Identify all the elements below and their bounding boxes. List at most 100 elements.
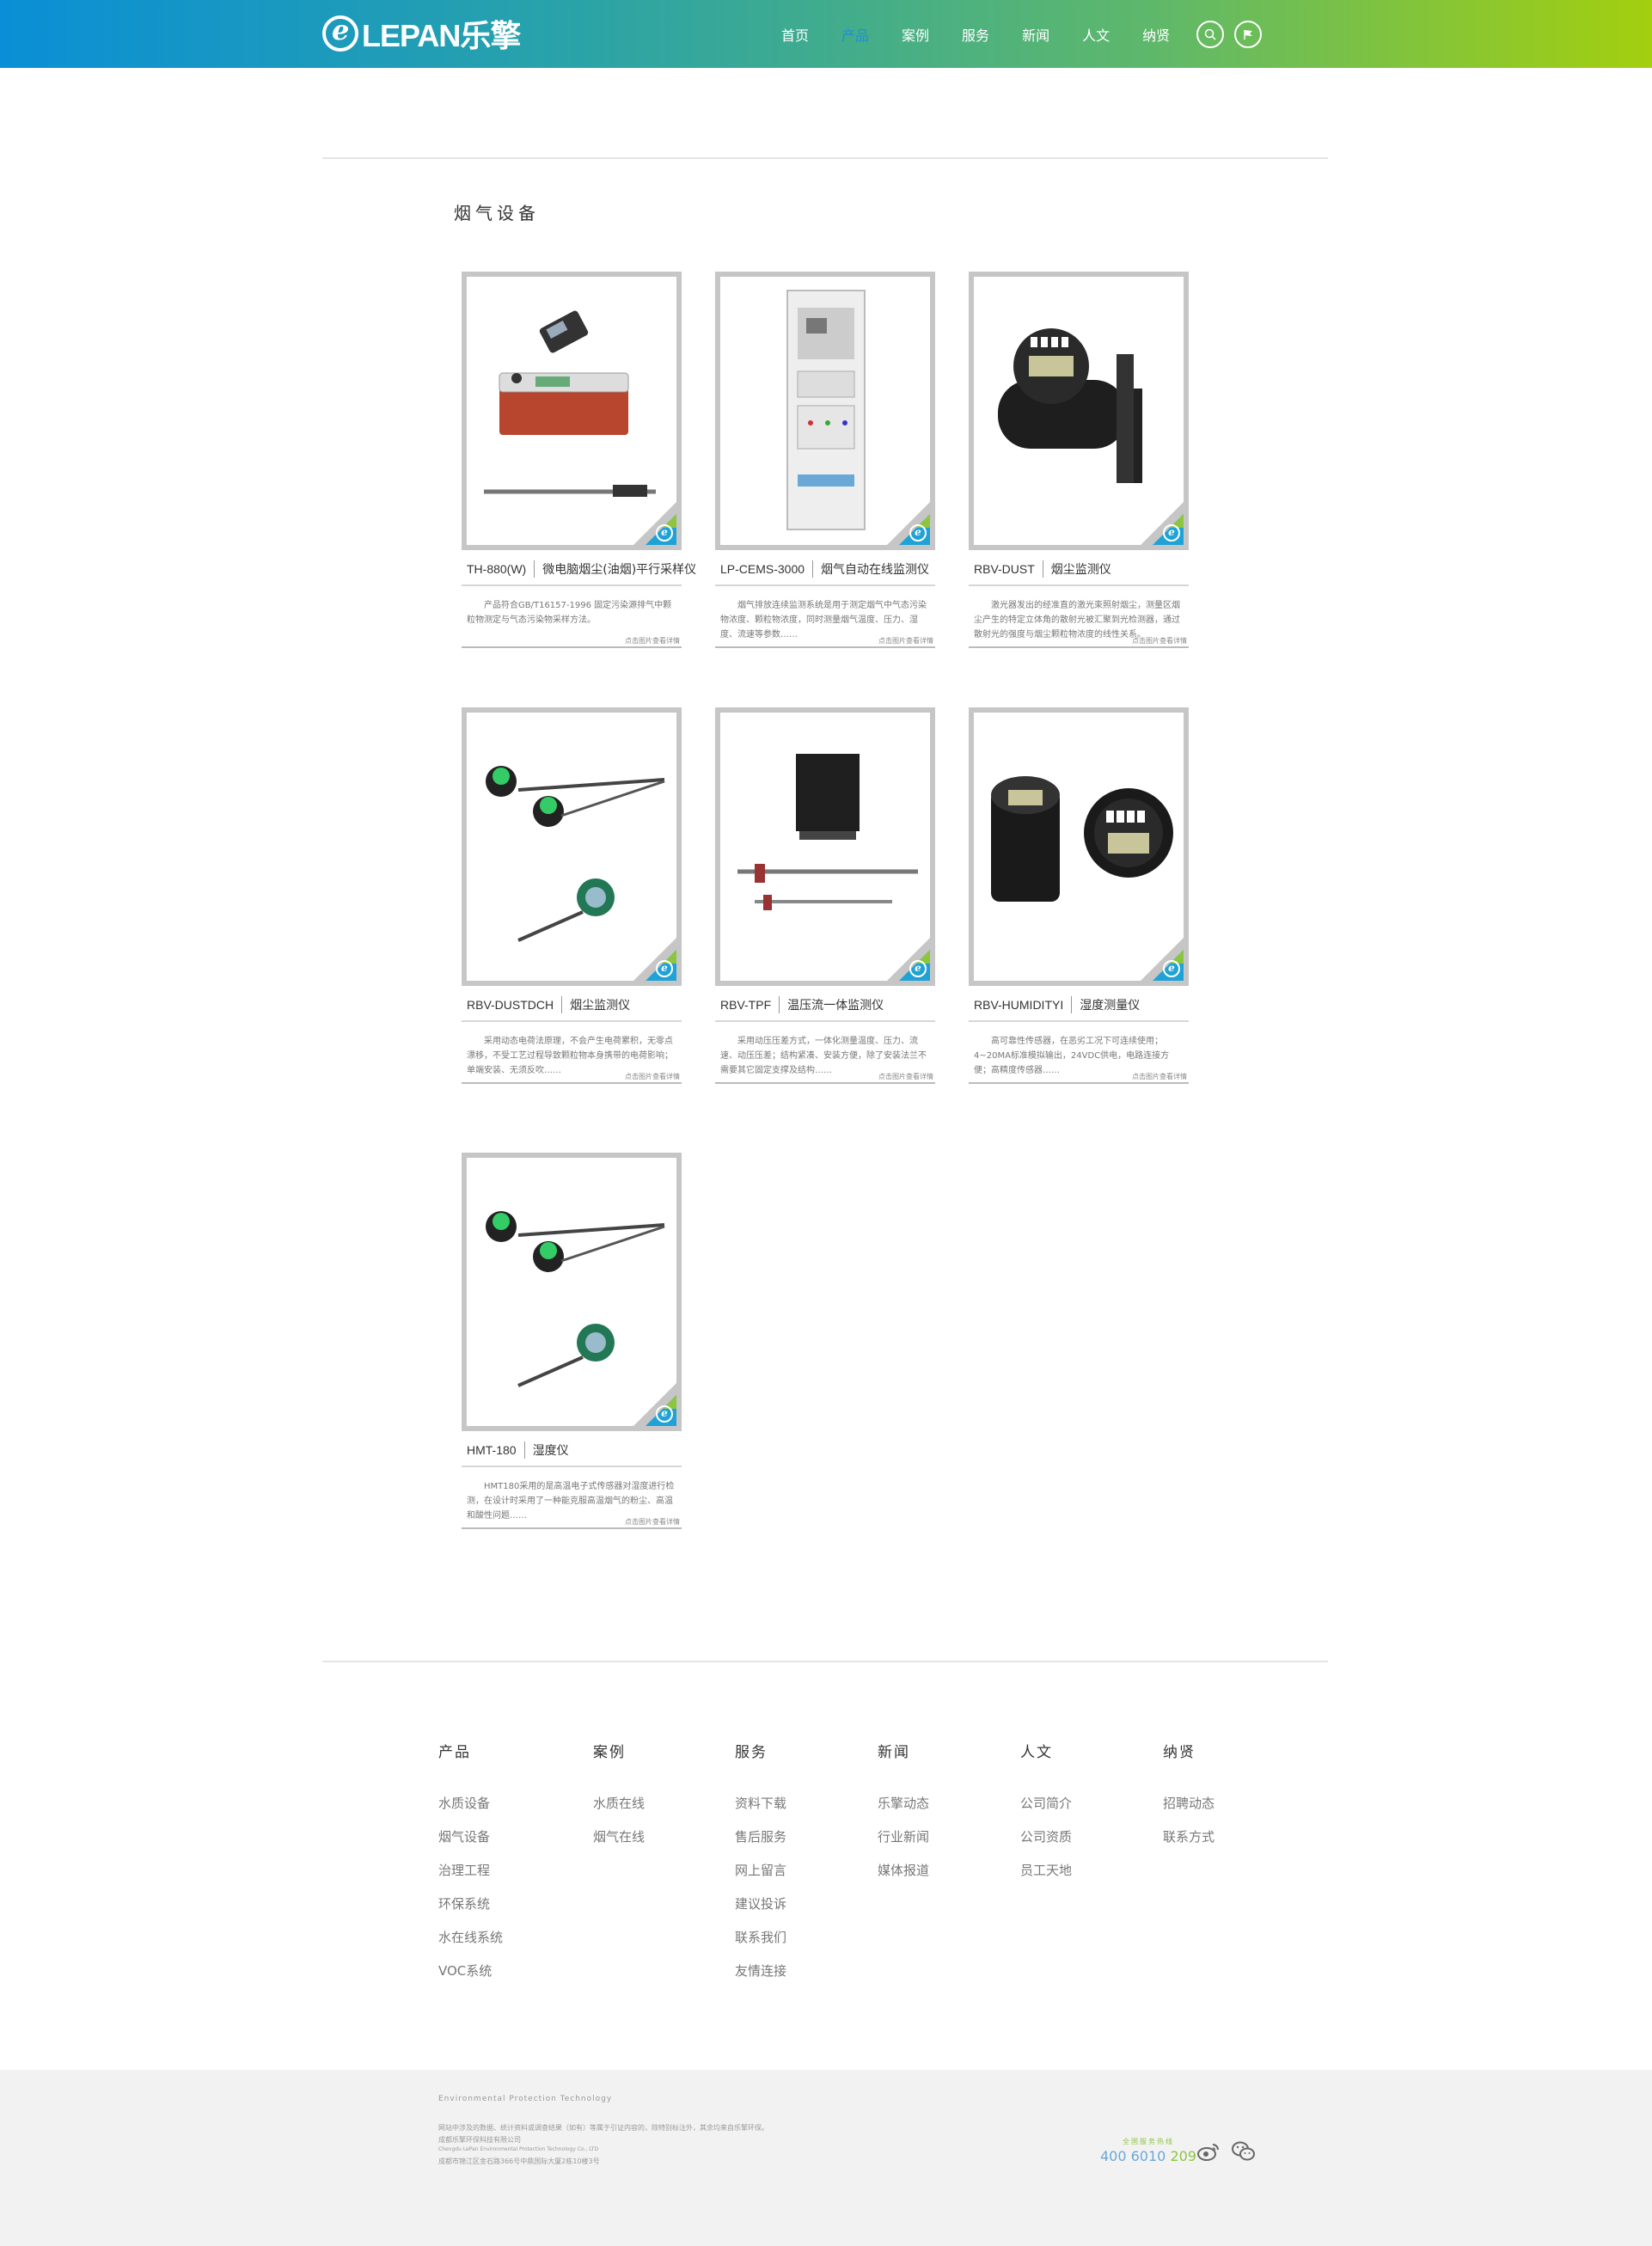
footer-column-title: 产品 [438,1744,471,1761]
product-card: e HMT-180 湿度仪 HMT180采用的是高温电子式传感器对湿度进行检测，在设计… [462,1153,682,1529]
footer-link[interactable]: 治理工程 [438,1861,503,1879]
footer-column-careers: 纳贤招聘动态联系方式 [1163,1740,1215,1845]
weibo-icon[interactable] [1196,2139,1221,2163]
brand-badge-icon: e [1163,524,1180,542]
footer-link[interactable]: 售后服务 [735,1827,786,1845]
footer-link[interactable]: 联系方式 [1163,1827,1215,1845]
footer-column-cases: 案例水质在线烟气在线 [593,1740,645,1845]
language-flag-icon[interactable] [1234,20,1263,48]
product-model[interactable]: LP-CEMS-3000 [720,562,805,576]
footer-link[interactable]: 联系我们 [735,1928,786,1946]
product-image[interactable]: e [715,272,935,550]
product-model[interactable]: RBV-DUSTDCH [467,998,554,1012]
footer-column-title: 人文 [1020,1744,1053,1761]
brand-badge-icon: e [656,960,673,977]
footer-column-products: 产品水质设备烟气设备治理工程环保系统水在线系统 VOC系统 [438,1740,503,1980]
page-title: 烟气设备 [454,203,540,223]
brand-badge-icon: e [909,960,927,977]
view-details-link[interactable]: 点击图片查看详情 [1132,1072,1187,1081]
footer-link[interactable]: 水在线系统 [438,1928,503,1946]
footer-link[interactable]: VOC系统 [438,1961,503,1980]
product-model[interactable]: TH-880(W) [467,562,526,576]
view-details-link[interactable]: 点击图片查看详情 [625,1517,680,1527]
footer-address: 成都市锦江区金石路366号中鼎国际大厦2栋10楼3号 [438,2157,600,2165]
product-name[interactable]: 烟尘监测仪 [1051,560,1111,578]
brand-badge-icon: e [656,524,673,542]
footer-column-title: 纳贤 [1163,1744,1196,1761]
view-details-link[interactable]: 点击图片查看详情 [625,636,680,646]
footer-link[interactable]: 公司资质 [1020,1827,1072,1845]
brand-badge-icon: e [909,524,927,542]
view-details-link[interactable]: 点击图片查看详情 [878,1072,933,1081]
footer-link[interactable]: 环保系统 [438,1894,503,1912]
bottom-bar [0,2070,1652,2246]
product-model[interactable]: RBV-DUST [974,562,1035,576]
product-card: e TH-880(W) 微电脑烟尘(油烟)平行采样仪 产品符合GB/T16157-19… [462,272,696,648]
footer-column-title: 案例 [593,1744,626,1761]
brand-badge-icon: e [656,1405,673,1423]
product-card: e RBV-HUMIDITYI 湿度测量仪 高可靠性传感器，在恶劣工况下可连续使用；4… [969,707,1189,1084]
product-image[interactable]: e [715,707,935,986]
product-card: e RBV-TPF 温压流一体监测仪 采用动压压差方式，一体化测量温度、压力、流速、动… [715,707,935,1084]
product-name[interactable]: 烟尘监测仪 [570,996,630,1013]
product-card: e RBV-DUSTDCH 烟尘监测仪 采用动态电荷法原理，不会产生电荷累积，无零点漂… [462,707,682,1084]
product-name[interactable]: 湿度测量仪 [1080,996,1140,1013]
product-card: e LP-CEMS-3000 烟气自动在线监测仪 烟气排放连续监测系统是用于测定烟气中… [715,272,935,648]
footer-column-culture: 人文公司简介公司资质员工天地 [1020,1740,1072,1879]
footer-link[interactable]: 烟气在线 [593,1827,645,1845]
footer-link[interactable]: 水质设备 [438,1794,503,1812]
nav-culture[interactable]: 人文 [1082,24,1110,45]
service-hotline: 全国服务热线 400 6010 209 [1100,2137,1196,2164]
footer-company: 成都乐擎环保科技有限公司 [438,2136,521,2144]
nav-products[interactable]: 产品 [841,24,869,45]
product-image[interactable]: e [462,272,682,550]
brand-logo[interactable]: LEPAN乐擎 [322,12,521,55]
footer-link[interactable]: 友情连接 [735,1961,786,1980]
hotline-label: 全国服务热线 [1122,2138,1174,2145]
footer-column-service: 服务资料下载售后服务网上留言建议投诉联系我们友情连接 [735,1740,786,1980]
footer-link[interactable]: 乐擎动态 [878,1794,929,1812]
product-image[interactable]: e [969,272,1189,550]
footer-link[interactable]: 招聘动态 [1163,1794,1215,1812]
footer-link[interactable]: 建议投诉 [735,1894,786,1912]
footer-link[interactable]: 员工天地 [1020,1861,1072,1879]
product-image[interactable]: e [969,707,1189,986]
footer-link[interactable]: 媒体报道 [878,1861,929,1879]
brand-badge-icon: e [1163,960,1180,977]
nav-cases[interactable]: 案例 [902,24,929,45]
nav-news[interactable]: 新闻 [1022,24,1049,45]
wechat-icon[interactable] [1231,2139,1255,2163]
footer-divider [322,1661,1328,1662]
product-name[interactable]: 湿度仪 [533,1441,569,1459]
main-nav: 首页 产品 案例 服务 新闻 人文 纳贤 [765,0,1263,68]
top-nav-bar: LEPAN乐擎 首页 产品 案例 服务 新闻 人文 纳贤 [0,0,1652,68]
view-details-link[interactable]: 点击图片查看详情 [625,1072,680,1081]
footer-link[interactable]: 水质在线 [593,1794,645,1812]
product-model[interactable]: RBV-TPF [720,998,771,1012]
nav-home[interactable]: 首页 [781,24,809,45]
product-model[interactable]: HMT-180 [467,1443,517,1457]
product-card: e RBV-DUST 烟尘监测仪 激光器发出的经准直的激光束照射烟尘，测量区烟尘产生的… [969,272,1189,648]
nav-service[interactable]: 服务 [962,24,989,45]
footer-link[interactable]: 资料下载 [735,1794,786,1812]
logo-text: LEPAN乐擎 [362,18,521,53]
footer-link[interactable]: 公司简介 [1020,1794,1072,1812]
product-name[interactable]: 温压流一体监测仪 [787,996,884,1013]
view-details-link[interactable]: 点击图片查看详情 [1132,636,1187,646]
view-details-link[interactable]: 点击图片查看详情 [878,636,933,646]
nav-careers[interactable]: 纳贤 [1142,24,1170,45]
product-name[interactable]: 烟气自动在线监测仪 [821,560,929,578]
footer-disclaimer: 网站中涉及的数据、统计资料或调查结果（如有）等属于引证内容的，除特别标注外，其余… [438,2124,768,2132]
footer-company-en: Chengdu LePan Environmental Protection T… [438,2146,599,2152]
search-icon[interactable] [1196,20,1225,48]
footer-link[interactable]: 行业新闻 [878,1827,929,1845]
footer-link[interactable]: 烟气设备 [438,1827,503,1845]
footer-column-news: 新闻乐擎动态行业新闻媒体报道 [878,1740,929,1879]
footer-column-title: 新闻 [878,1744,910,1761]
product-model[interactable]: RBV-HUMIDITYI [974,998,1063,1012]
product-name[interactable]: 微电脑烟尘(油烟)平行采样仪 [542,560,696,578]
footer-column-title: 服务 [735,1744,768,1761]
footer-link[interactable]: 网上留言 [735,1861,786,1879]
product-image[interactable]: e [462,1153,682,1431]
product-image[interactable]: e [462,707,682,986]
